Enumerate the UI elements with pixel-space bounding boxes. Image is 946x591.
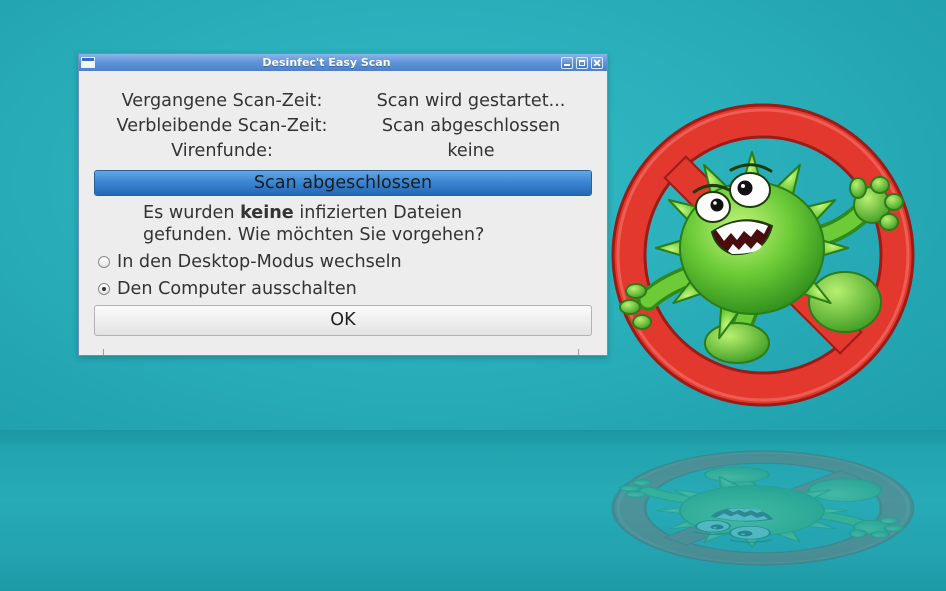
virus-prohibition-icon [611,103,915,407]
status-row-detections: Virenfunde: keine [94,139,592,164]
result-message-line-2: gefunden. Wie möchten Sie vorgehen? [143,225,485,245]
radio-button-icon[interactable] [98,282,110,295]
scan-status-table: Vergangene Scan-Zeit: Scan wird gestarte… [94,89,592,164]
result-message: Es wurden keine infizierten Dateien gefu… [143,202,484,246]
ok-button[interactable]: OK [94,305,592,336]
maximize-icon[interactable] [576,56,588,69]
statusbar-separator [103,349,104,355]
option-label: In den Desktop-Modus wechseln [117,251,402,272]
message-suffix: infizierten Dateien [293,203,463,223]
option-shutdown-radio[interactable]: Den Computer ausschalten [98,275,357,302]
scan-dialog-window: Desinfec't Easy Scan Vergangene Scan-Zei… [78,53,608,356]
status-label: Verbleibende Scan-Zeit: [116,116,328,136]
window-icon[interactable] [81,57,95,68]
option-label: Den Computer ausschalten [117,278,357,299]
option-desktop-mode-radio[interactable]: In den Desktop-Modus wechseln [98,248,402,275]
status-row-elapsed: Vergangene Scan-Zeit: Scan wird gestarte… [94,89,592,114]
minimize-icon[interactable] [561,56,573,69]
window-controls [558,56,603,69]
status-label: Vergangene Scan-Zeit: [121,91,323,111]
message-prefix: Es wurden [143,203,241,223]
radio-button-icon[interactable] [98,255,110,268]
scan-progress-bar: Scan abgeschlossen [94,170,592,196]
result-message-line-1: Es wurden keine infizierten Dateien [143,202,484,224]
status-value: keine [447,141,495,161]
status-value: Scan wird gestartet... [376,91,566,111]
message-emphasis: keine [240,203,294,223]
status-row-remaining: Verbleibende Scan-Zeit: Scan abgeschloss… [94,114,592,139]
statusbar-separator [578,349,579,355]
virus-prohibition-reflection [618,453,908,563]
titlebar[interactable]: Desinfec't Easy Scan [79,54,607,71]
status-value: Scan abgeschlossen [381,116,561,136]
close-icon[interactable] [591,56,603,69]
progress-text: Scan abgeschlossen [253,173,433,193]
status-label: Virenfunde: [171,141,273,161]
window-title: Desinfec't Easy Scan [262,56,391,69]
